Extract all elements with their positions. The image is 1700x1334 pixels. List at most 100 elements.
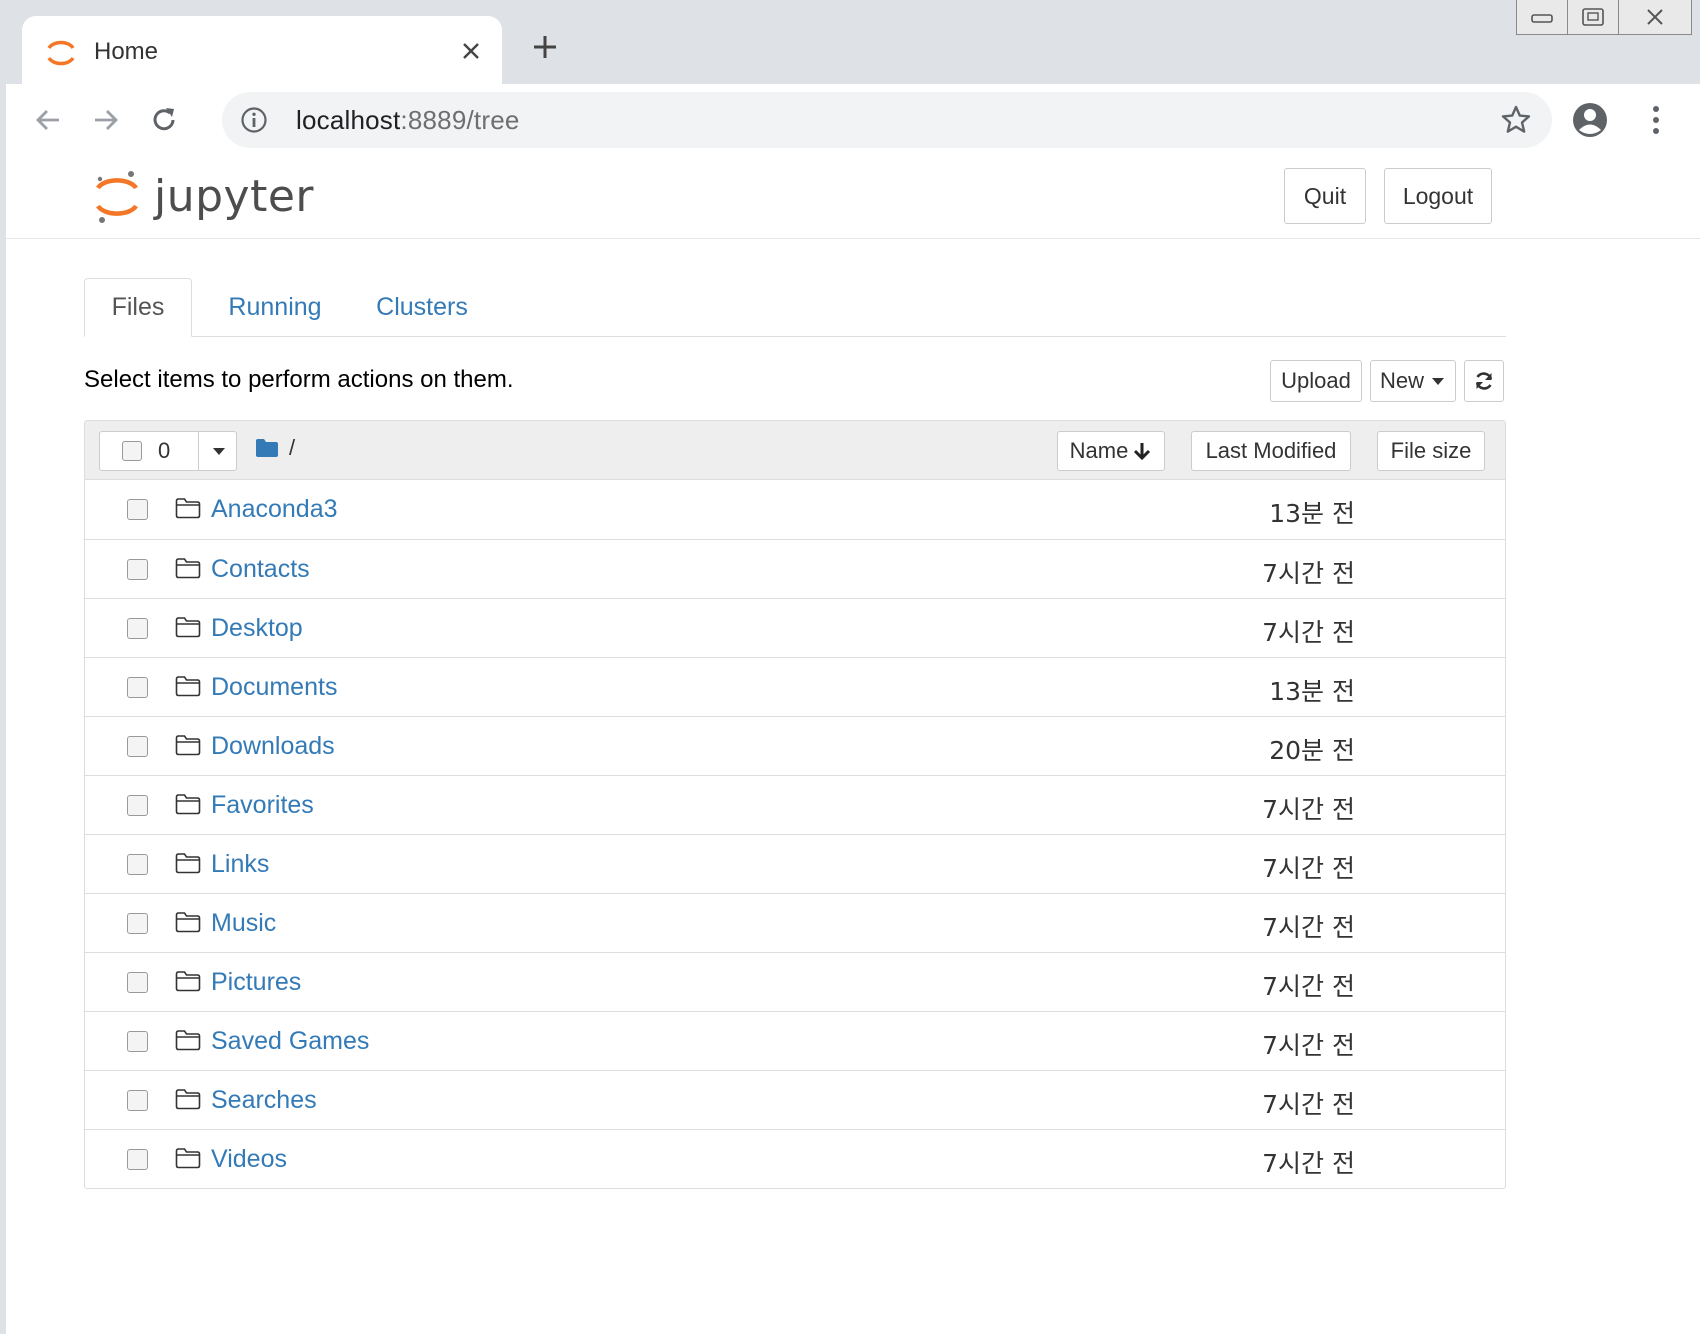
logout-button[interactable]: Logout bbox=[1384, 168, 1492, 224]
url-path: :8889/tree bbox=[400, 105, 520, 135]
file-row[interactable]: Desktop 7시간 전 bbox=[85, 598, 1505, 657]
minimize-icon[interactable] bbox=[1517, 0, 1568, 34]
file-name-link[interactable]: Links bbox=[211, 850, 269, 879]
file-row[interactable]: Pictures 7시간 전 bbox=[85, 952, 1505, 1011]
file-list-rows: Anaconda3 13분 전 Contacts 7시간 전 Desktop 7시간 전D… bbox=[85, 480, 1505, 1188]
upload-button[interactable]: Upload bbox=[1270, 360, 1362, 402]
file-row[interactable]: Videos 7시간 전 bbox=[85, 1129, 1505, 1188]
quit-button[interactable]: Quit bbox=[1284, 168, 1366, 224]
select-menu-caret-icon[interactable] bbox=[198, 432, 239, 470]
folder-icon bbox=[175, 676, 201, 697]
selection-hint: Select items to perform actions on them. bbox=[84, 366, 514, 393]
new-button-label: New bbox=[1379, 368, 1424, 393]
file-modified-time: 13분 전 bbox=[1269, 499, 1355, 528]
profile-avatar-icon[interactable] bbox=[1570, 100, 1610, 140]
file-row[interactable]: Downloads 20분 전 bbox=[85, 716, 1505, 775]
forward-arrow-icon[interactable] bbox=[86, 100, 126, 140]
folder-icon bbox=[175, 617, 201, 638]
file-row[interactable]: Favorites 7시간 전 bbox=[85, 775, 1505, 834]
row-checkbox[interactable] bbox=[127, 736, 148, 757]
browser-menu-icon[interactable] bbox=[1642, 100, 1670, 140]
restore-icon[interactable] bbox=[1568, 0, 1619, 34]
file-list: 0 / Name Last Modified File size Anacond bbox=[84, 420, 1506, 1189]
file-name-link[interactable]: Anaconda3 bbox=[211, 495, 338, 524]
file-modified-time: 20분 전 bbox=[1269, 736, 1355, 765]
new-tab-icon[interactable] bbox=[528, 30, 562, 64]
row-checkbox[interactable] bbox=[127, 677, 148, 698]
tab-files[interactable]: Files bbox=[84, 278, 192, 337]
file-row[interactable]: Anaconda3 13분 전 bbox=[85, 480, 1505, 539]
row-checkbox[interactable] bbox=[127, 1149, 148, 1170]
jupyter-favicon-icon bbox=[47, 40, 75, 66]
file-row[interactable]: Contacts 7시간 전 bbox=[85, 539, 1505, 598]
row-checkbox[interactable] bbox=[127, 854, 148, 875]
caret-down-icon bbox=[1432, 378, 1444, 385]
file-row[interactable]: Music 7시간 전 bbox=[85, 893, 1505, 952]
file-row[interactable]: Saved Games 7시간 전 bbox=[85, 1011, 1505, 1070]
row-checkbox[interactable] bbox=[127, 499, 148, 520]
close-tab-icon[interactable] bbox=[456, 36, 486, 66]
file-modified-time: 7시간 전 bbox=[1262, 1031, 1355, 1060]
file-name-link[interactable]: Contacts bbox=[211, 555, 310, 584]
sort-by-last-modified-button[interactable]: Last Modified bbox=[1191, 431, 1351, 471]
folder-icon bbox=[175, 1089, 201, 1110]
jupyter-logo[interactable]: jupyter bbox=[94, 168, 314, 224]
url-host: localhost bbox=[296, 105, 401, 135]
selected-count: 0 bbox=[158, 438, 171, 463]
file-row[interactable]: Searches 7시간 전 bbox=[85, 1070, 1505, 1129]
row-checkbox[interactable] bbox=[127, 1090, 148, 1111]
logo-text: jupyter bbox=[154, 170, 314, 222]
address-bar[interactable]: localhost:8889/tree bbox=[222, 92, 1552, 148]
row-checkbox[interactable] bbox=[127, 795, 148, 816]
sort-by-file-size-button[interactable]: File size bbox=[1377, 431, 1485, 471]
close-window-icon[interactable] bbox=[1619, 0, 1691, 34]
tab-running[interactable]: Running bbox=[208, 278, 342, 336]
browser-tab-home[interactable]: Home bbox=[22, 16, 502, 84]
jupyter-logo-icon bbox=[96, 171, 138, 223]
file-row[interactable]: Links 7시간 전 bbox=[85, 834, 1505, 893]
row-checkbox[interactable] bbox=[127, 972, 148, 993]
window-controls bbox=[1516, 0, 1692, 35]
file-modified-time: 7시간 전 bbox=[1262, 559, 1355, 588]
row-checkbox[interactable] bbox=[127, 618, 148, 639]
file-name-link[interactable]: Music bbox=[211, 909, 276, 938]
folder-icon bbox=[175, 853, 201, 874]
file-row[interactable]: Documents 13분 전 bbox=[85, 657, 1505, 716]
back-arrow-icon[interactable] bbox=[28, 100, 68, 140]
sort-by-name-button[interactable]: Name bbox=[1057, 431, 1165, 471]
refresh-icon bbox=[1475, 372, 1493, 390]
row-checkbox[interactable] bbox=[127, 913, 148, 934]
browser-tab-title: Home bbox=[94, 38, 159, 65]
arrow-down-icon bbox=[1134, 443, 1151, 461]
file-name-link[interactable]: Favorites bbox=[211, 791, 314, 820]
reload-icon[interactable] bbox=[144, 100, 184, 140]
file-name-link[interactable]: Videos bbox=[211, 1145, 287, 1174]
file-name-link[interactable]: Desktop bbox=[211, 614, 303, 643]
refresh-button[interactable] bbox=[1464, 360, 1504, 402]
main-tabs: Files Running Clusters bbox=[84, 278, 1506, 337]
new-dropdown-button[interactable]: New bbox=[1370, 360, 1456, 402]
file-modified-time: 7시간 전 bbox=[1262, 1090, 1355, 1119]
file-modified-time: 7시간 전 bbox=[1262, 913, 1355, 942]
tab-clusters[interactable]: Clusters bbox=[360, 278, 484, 336]
folder-icon bbox=[175, 498, 201, 519]
file-name-link[interactable]: Saved Games bbox=[211, 1027, 369, 1056]
file-name-link[interactable]: Pictures bbox=[211, 968, 301, 997]
breadcrumb-root[interactable]: / bbox=[289, 435, 295, 461]
row-checkbox[interactable] bbox=[127, 559, 148, 580]
site-info-icon[interactable] bbox=[240, 106, 268, 134]
file-modified-time: 7시간 전 bbox=[1262, 795, 1355, 824]
breadcrumb[interactable]: / bbox=[255, 435, 295, 461]
file-name-link[interactable]: Searches bbox=[211, 1086, 317, 1115]
file-modified-time: 7시간 전 bbox=[1262, 854, 1355, 883]
folder-icon bbox=[175, 558, 201, 579]
name-sort-label: Name bbox=[1069, 438, 1129, 463]
file-modified-time: 13분 전 bbox=[1269, 677, 1355, 706]
select-all-group: 0 bbox=[99, 431, 237, 471]
select-all-checkbox[interactable] bbox=[122, 441, 142, 461]
row-checkbox[interactable] bbox=[127, 1031, 148, 1052]
file-name-link[interactable]: Downloads bbox=[211, 732, 335, 761]
folder-icon bbox=[175, 794, 201, 815]
bookmark-star-icon[interactable] bbox=[1500, 104, 1532, 136]
file-name-link[interactable]: Documents bbox=[211, 673, 337, 702]
